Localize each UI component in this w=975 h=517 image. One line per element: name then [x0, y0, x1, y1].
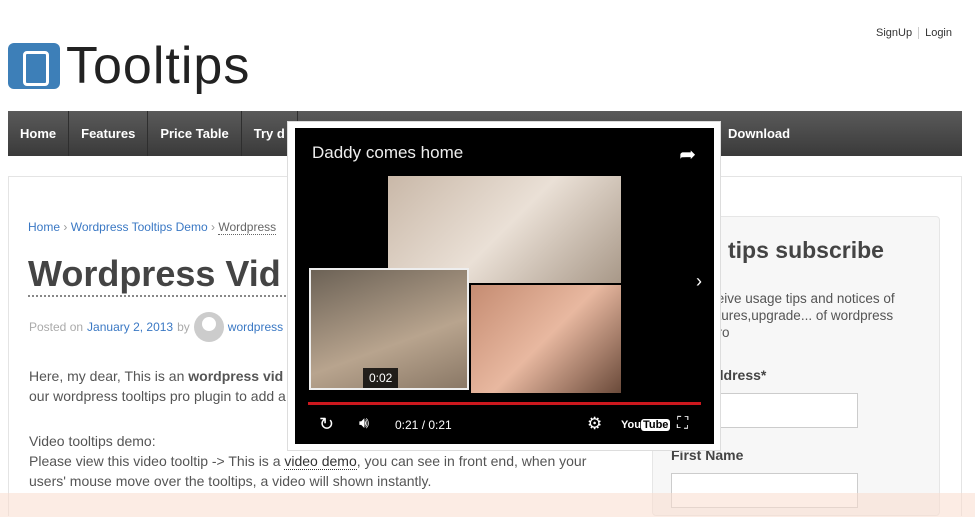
- video-frame: [388, 176, 621, 283]
- breadcrumb-demo[interactable]: Wordpress Tooltips Demo: [71, 220, 208, 234]
- breadcrumb-current: Wordpress: [218, 220, 277, 235]
- email-label: ddress*: [715, 367, 767, 383]
- nav-home[interactable]: Home: [8, 111, 70, 156]
- video-frame: [471, 285, 621, 393]
- breadcrumb-home[interactable]: Home: [28, 220, 60, 234]
- widget-title: tips subscribe: [728, 237, 884, 263]
- logo[interactable]: Tooltips: [8, 36, 250, 96]
- post-paragraph: Here, my dear, This is an wordpress vid …: [29, 366, 291, 406]
- time-display: 0:21 / 0:21: [395, 418, 452, 432]
- text: our wordpress tooltips pro plugin to add…: [29, 388, 286, 404]
- login-link[interactable]: Login: [919, 27, 958, 39]
- progress-bar[interactable]: [308, 402, 701, 405]
- posted-on: Posted on: [29, 320, 84, 334]
- text: , you can see in front end, when your: [356, 453, 587, 469]
- author-link[interactable]: wordpress: [228, 320, 283, 334]
- nav-download[interactable]: Download: [716, 111, 802, 156]
- volume-icon[interactable]: 🔊︎: [359, 415, 369, 433]
- text: Here, my dear, This is an: [29, 368, 189, 384]
- top-links: SignUp Login: [870, 27, 958, 40]
- preview-time: 0:02: [363, 368, 399, 388]
- text: Please view this video tooltip -> This i…: [29, 453, 285, 469]
- nav-features[interactable]: Features: [69, 111, 149, 156]
- gear-icon[interactable]: ⚙: [587, 414, 602, 434]
- player-controls: ↻ 🔊︎ 0:21 / 0:21 ⚙ You Tube ⛶: [295, 412, 714, 442]
- post-date-link[interactable]: January 2, 2013: [87, 320, 173, 334]
- text: atures,upgrade... of wordpress: [710, 308, 894, 323]
- youtube-logo[interactable]: You Tube: [621, 419, 671, 431]
- video-player[interactable]: 0:02 Daddy comes home ➦ › ↻ 🔊︎ 0:21 / 0:…: [295, 128, 714, 444]
- breadcrumb-sep: ›: [211, 220, 215, 234]
- replay-icon[interactable]: ↻: [319, 414, 334, 435]
- bold-text: wordpress vid: [188, 368, 284, 384]
- logo-text: Tooltips: [66, 37, 251, 95]
- text: users' mouse move over the tooltips, a v…: [29, 473, 432, 489]
- chevron-right-icon[interactable]: ›: [696, 271, 702, 292]
- breadcrumb: Home › Wordpress Tooltips Demo › Wordpre…: [28, 220, 277, 235]
- video-demo-tooltip-link[interactable]: video demo: [284, 453, 357, 470]
- bottom-bar: [0, 493, 975, 517]
- page-title: Wordpress Vid: [28, 253, 290, 297]
- post-meta: Posted on January 2, 2013 by wordpress: [29, 312, 283, 342]
- text: ceive usage tips and notices of: [710, 291, 895, 306]
- tablet-icon: [8, 43, 60, 89]
- widget-description: ceive usage tips and notices of atures,up…: [710, 290, 930, 341]
- share-icon[interactable]: ➦: [679, 142, 696, 167]
- nav-price-table[interactable]: Price Table: [148, 111, 242, 156]
- signup-link[interactable]: SignUp: [870, 27, 918, 39]
- avatar: [193, 312, 224, 342]
- text: Video tooltips demo:: [29, 433, 156, 449]
- video-title[interactable]: Daddy comes home: [312, 143, 463, 163]
- breadcrumb-sep: ›: [63, 220, 68, 234]
- by-label: by: [177, 320, 190, 334]
- video-tooltip: 0:02 Daddy comes home ➦ › ↻ 🔊︎ 0:21 / 0:…: [287, 121, 721, 451]
- fullscreen-icon[interactable]: ⛶: [677, 415, 688, 433]
